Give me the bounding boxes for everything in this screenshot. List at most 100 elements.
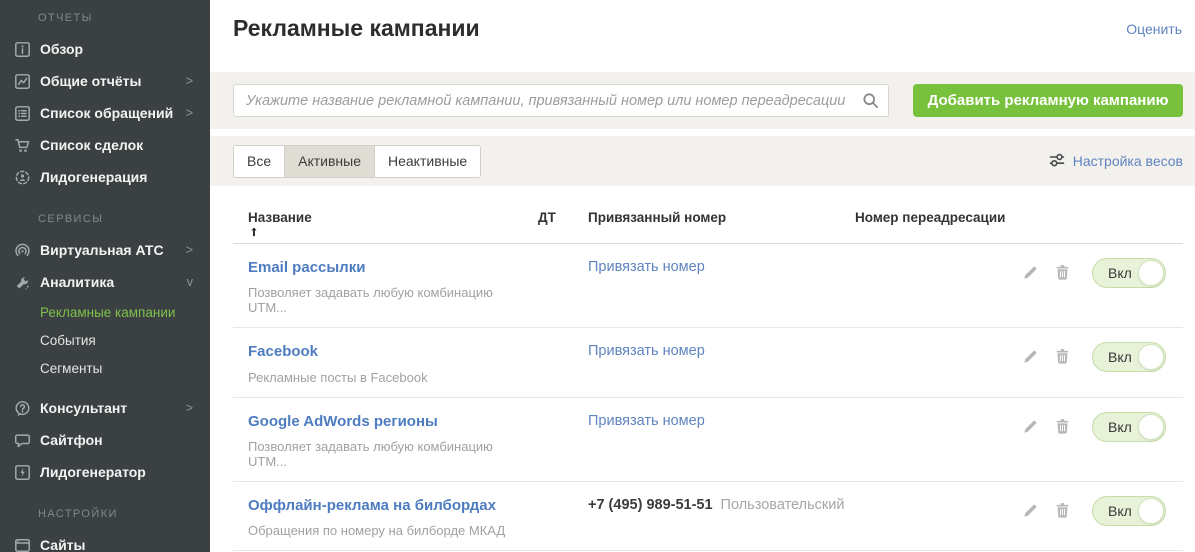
redirect-number-cell [855, 496, 1022, 538]
edit-pencil-icon[interactable] [1022, 348, 1039, 365]
campaign-description: Рекламные посты в Facebook [248, 369, 428, 385]
delete-trash-icon[interactable] [1054, 502, 1071, 519]
sidebar-item[interactable]: Лидогенератор [0, 456, 210, 488]
bound-number-cell: Привязать номер [588, 342, 855, 384]
sidebar-item[interactable]: Консультант > [0, 392, 210, 424]
browser-icon [13, 536, 31, 552]
campaign-name-cell: Google AdWords регионы Позволяет задавать… [233, 412, 533, 469]
rate-link[interactable]: Оценить [1126, 21, 1182, 37]
search-input[interactable] [233, 84, 889, 117]
campaign-name-cell: Facebook Рекламные посты в Facebook [233, 342, 533, 384]
bind-number-link[interactable]: Привязать номер [588, 343, 705, 359]
delete-trash-icon[interactable] [1054, 264, 1071, 281]
sidebar-item[interactable]: Сайтфон [0, 424, 210, 456]
table-row: Оффлайн-реклама на билбордах Обращения по… [233, 482, 1183, 551]
dt-cell [533, 412, 588, 469]
toggle-knob [1138, 260, 1164, 286]
search-icon[interactable] [862, 92, 879, 109]
dt-cell [533, 258, 588, 315]
filter-tabs: Все Активные Неактивные [233, 144, 482, 178]
column-header-name: Название [233, 210, 533, 243]
edit-pencil-icon[interactable] [1022, 264, 1039, 281]
sidebar: ОТЧЕТЫ Обзор Общие отчёты > Список обращений… [0, 0, 210, 552]
bind-number-link[interactable]: Привязать номер [588, 413, 705, 429]
sidebar-item[interactable]: Общие отчёты > [0, 65, 210, 97]
enabled-toggle[interactable]: Вкл [1092, 495, 1166, 526]
enabled-toggle[interactable]: Вкл [1092, 411, 1166, 442]
delete-trash-icon[interactable] [1054, 348, 1071, 365]
sidebar-item[interactable]: Сайты [0, 529, 210, 552]
actions-cell [1022, 342, 1092, 384]
redirect-number-cell [855, 258, 1022, 315]
campaign-name-link[interactable]: Facebook [248, 342, 318, 362]
actions-cell [1022, 258, 1092, 315]
column-header-toggle [1092, 210, 1183, 243]
campaign-name-link[interactable]: Email рассылки [248, 258, 365, 278]
weights-settings-link[interactable]: Настройка весов [1049, 152, 1183, 171]
sidebar-item[interactable]: Обзор [0, 33, 210, 65]
page-header: Рекламные кампании Оценить [210, 0, 1195, 72]
bound-number-cell: +7 (495) 989-51-51 Пользовательский [588, 496, 855, 538]
table-row: Facebook Рекламные посты в Facebook Привяз… [233, 328, 1183, 398]
info-square-icon [13, 40, 31, 58]
bind-number-link[interactable]: Привязать номер [588, 259, 705, 275]
bound-number-cell: Привязать номер [588, 258, 855, 315]
weights-settings-label: Настройка весов [1072, 153, 1183, 169]
sidebar-item[interactable]: Аналитика v [0, 266, 210, 298]
sidebar-item[interactable]: Список обращений > [0, 97, 210, 129]
sort-ascending-icon[interactable] [248, 226, 260, 238]
sidebar-section-label: СЕРВИСЫ [38, 213, 104, 225]
add-campaign-button[interactable]: Добавить рекламную кампанию [913, 84, 1183, 117]
sidebar-subitem[interactable]: События [0, 326, 210, 354]
table-body: Email рассылки Позволяет задавать любую к… [233, 244, 1183, 552]
campaign-description: Позволяет задавать любую комбинацию UTM.… [248, 285, 493, 316]
campaigns-table: Название ДТ Привязанный номер Номер пере… [210, 186, 1195, 552]
edit-pencil-icon[interactable] [1022, 502, 1039, 519]
sidebar-item[interactable]: Список сделок [0, 129, 210, 161]
dt-cell [533, 342, 588, 384]
campaign-description: Позволяет задавать любую комбинацию UTM.… [248, 438, 493, 469]
analytics-wand-icon [13, 273, 31, 291]
main-content: Рекламные кампании Оценить Добавить рекл… [210, 0, 1195, 552]
table-row: Email рассылки Позволяет задавать любую к… [233, 244, 1183, 329]
campaign-name-link[interactable]: Google AdWords регионы [248, 412, 438, 432]
redirect-number-cell [855, 342, 1022, 384]
sidebar-subitem[interactable]: Сегменты [0, 354, 210, 382]
chevron-right-icon: > [185, 401, 193, 415]
filter-tab[interactable]: Неактивные [374, 144, 482, 178]
toggle-label: Вкл [1108, 502, 1132, 519]
toggle-label: Вкл [1108, 418, 1132, 435]
sidebar-section-label: ОТЧЕТЫ [38, 12, 93, 24]
filter-tab[interactable]: Активные [284, 144, 375, 178]
delete-trash-icon[interactable] [1054, 418, 1071, 435]
chevron-right-icon: > [185, 243, 193, 257]
filter-band: Все Активные Неактивные Настройка весов [210, 136, 1195, 186]
edit-pencil-icon[interactable] [1022, 418, 1039, 435]
toggle-label: Вкл [1108, 349, 1132, 366]
campaign-name-link[interactable]: Оффлайн-реклама на билбордах [248, 496, 496, 516]
chevron-right-icon: > [185, 74, 193, 88]
search-wrap [233, 84, 889, 117]
bound-number: +7 (495) 989-51-51 [588, 496, 713, 513]
toggle-knob [1138, 413, 1164, 440]
enabled-toggle[interactable]: Вкл [1092, 342, 1166, 373]
campaign-name-cell: Оффлайн-реклама на билбордах Обращения по… [233, 496, 533, 538]
chart-square-icon [13, 72, 31, 90]
chevron-right-icon: > [185, 106, 193, 120]
sidebar-item-label: Список сделок [40, 137, 144, 153]
enabled-toggle[interactable]: Вкл [1092, 258, 1166, 288]
sliders-icon [1049, 152, 1065, 171]
sidebar-item[interactable]: Лидогенерация [0, 161, 210, 193]
toggle-cell: Вкл [1092, 495, 1183, 538]
sidebar-item-label: Сайты [40, 537, 86, 552]
column-header-redirect-number: Номер переадресации [855, 210, 1006, 225]
sidebar-item[interactable]: Виртуальная АТС > [0, 234, 210, 266]
sidebar-section-label: НАСТРОЙКИ [38, 508, 118, 520]
column-header-dt: ДТ [538, 210, 556, 225]
sidebar-subitem[interactable]: Рекламные кампании [0, 298, 210, 326]
filter-tab[interactable]: Все [233, 144, 286, 178]
sidebar-item-label: Аналитика [40, 274, 115, 290]
sidebar-item-label: Список обращений [40, 105, 174, 121]
app-window: ОТЧЕТЫ Обзор Общие отчёты > Список обращений… [0, 0, 1195, 552]
